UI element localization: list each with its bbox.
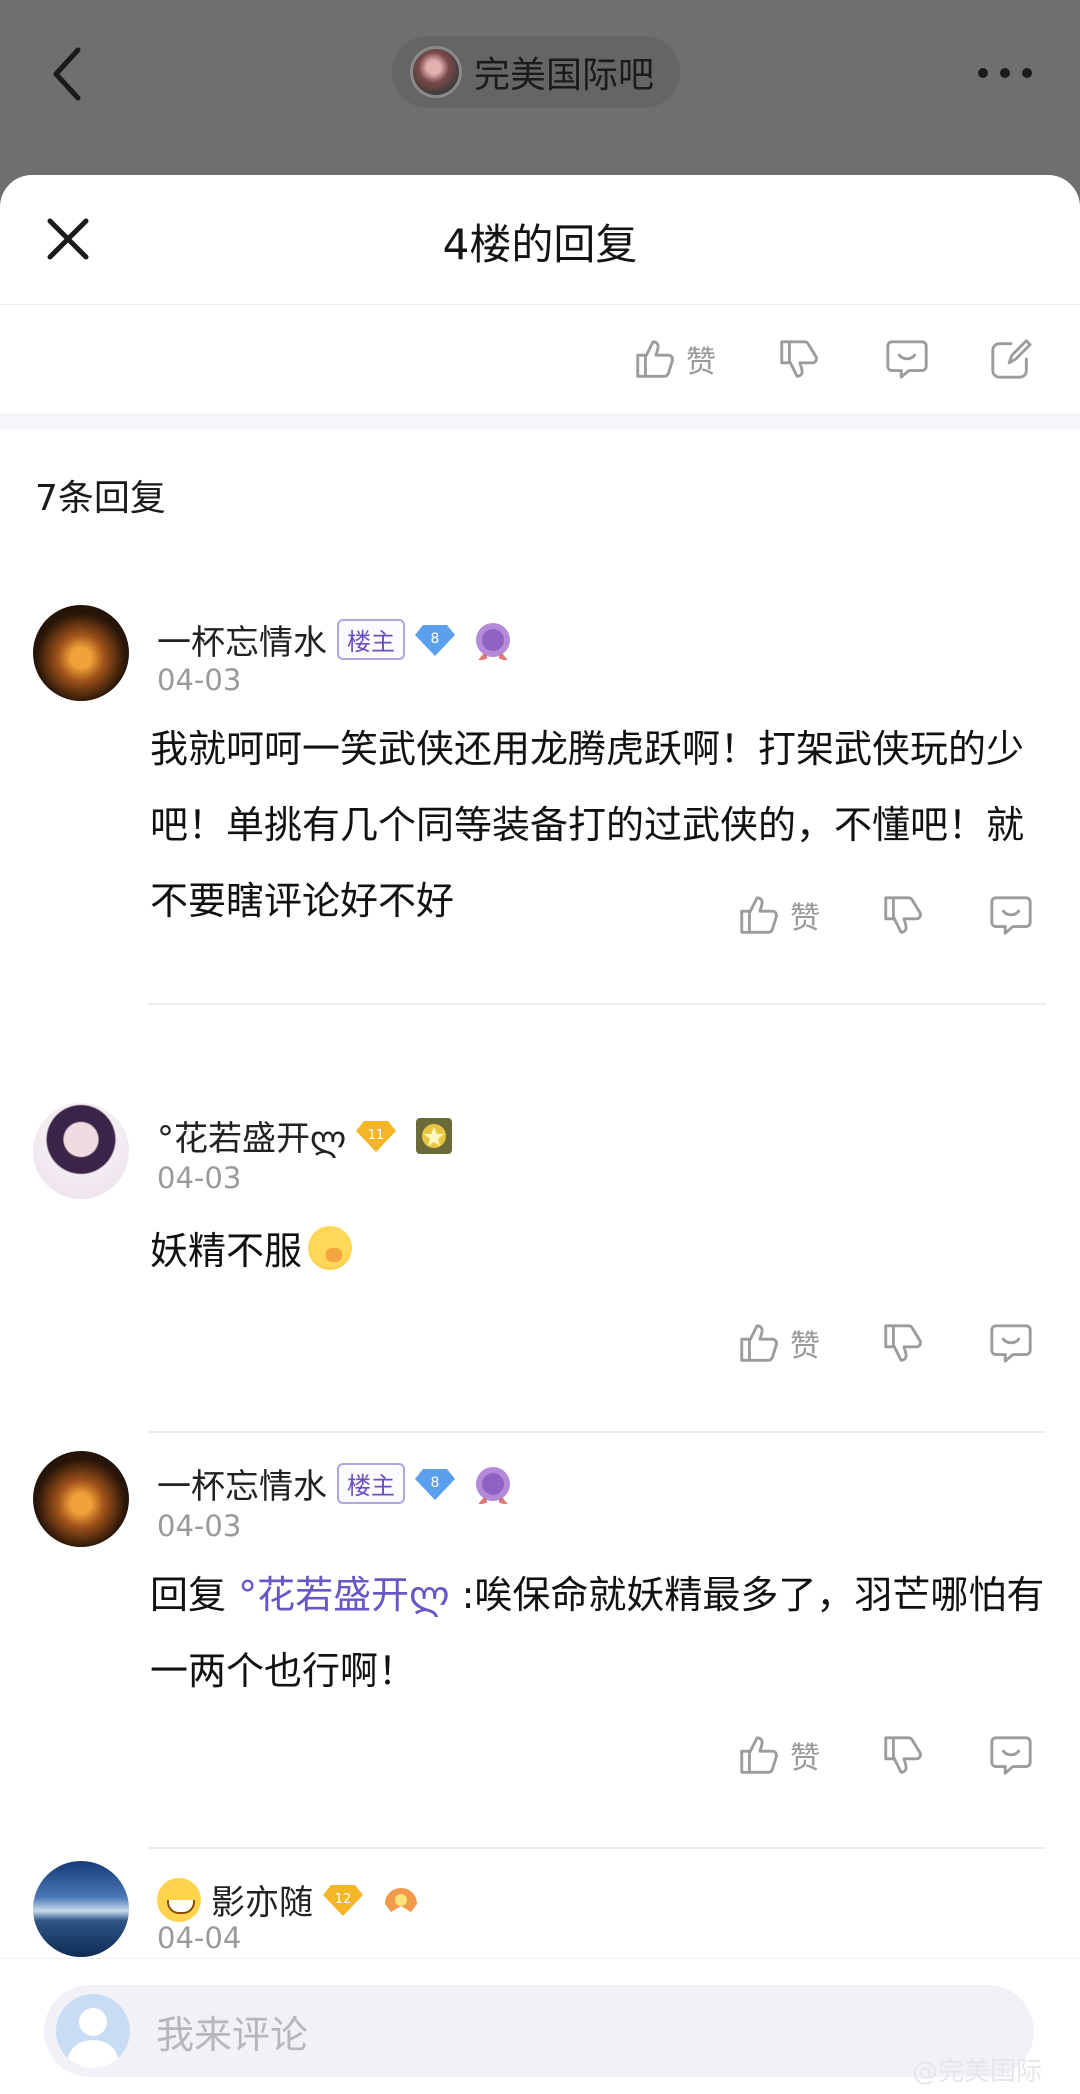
medal-icon xyxy=(476,1466,510,1504)
like-button[interactable]: 赞 xyxy=(736,1319,820,1367)
thumbs-down-icon xyxy=(780,340,818,378)
like-label: 赞 xyxy=(790,901,820,936)
comment-actions: 赞 xyxy=(0,1731,1080,1781)
comment-date: 04-03 xyxy=(157,663,242,697)
thumbs-up-icon xyxy=(636,340,674,378)
post-like-button[interactable]: 赞 xyxy=(632,335,716,383)
level-diamond-icon: 12 xyxy=(323,1884,363,1916)
smile-emoji-icon xyxy=(157,1877,201,1922)
dislike-button[interactable] xyxy=(880,891,926,939)
reply-button[interactable] xyxy=(988,1731,1034,1779)
thumbs-down-icon xyxy=(884,896,922,934)
sheet-title: 4楼的回复 xyxy=(442,220,638,269)
thumbs-up-icon xyxy=(740,896,778,934)
level-diamond-icon: 8 xyxy=(415,1468,455,1500)
comment-text-row: 妖精不服 xyxy=(150,1213,1050,1289)
like-button[interactable]: 赞 xyxy=(736,1731,820,1779)
avatar[interactable] xyxy=(33,1103,129,1199)
level-diamond-icon: 11 xyxy=(356,1120,397,1152)
comment-date: 04-03 xyxy=(157,1509,242,1543)
comment-item: 一杯忘情水 楼主 8 04-03 回复 °花若盛开ლ :唉保命就妖精最多了，羽芒… xyxy=(0,1437,1080,1862)
dislike-button[interactable] xyxy=(880,1319,926,1367)
comment-actions: 赞 xyxy=(0,891,1080,941)
comment-input-bar: 我来评论 @完美国际 xyxy=(0,1958,1080,2094)
forum-name: 完美国际吧 xyxy=(474,55,655,96)
level-number: 8 xyxy=(431,1475,440,1491)
comment-text: 妖精不服 xyxy=(150,1229,303,1273)
level-number: 8 xyxy=(431,631,440,647)
comment-date: 04-04 xyxy=(157,1921,242,1955)
sheet-header: 4楼的回复 xyxy=(0,175,1080,305)
comment-item: 一杯忘情水 楼主 8 04-03 我就呵呵一笑武侠还用龙腾虎跃啊！打架武侠玩的少… xyxy=(0,593,1080,1093)
comment-date: 04-03 xyxy=(157,1161,242,1195)
back-arrow-icon[interactable] xyxy=(48,46,88,102)
medal-icon xyxy=(476,622,510,660)
like-button[interactable]: 赞 xyxy=(736,891,820,939)
thumbs-up-icon xyxy=(740,1324,778,1362)
user-name-row: °花若盛开ლ 11 xyxy=(157,1111,454,1160)
post-dislike-button[interactable] xyxy=(776,335,822,383)
mention-link[interactable]: °花若盛开ლ xyxy=(238,1573,449,1617)
comment-input-placeholder: 我来评论 xyxy=(156,2012,309,2057)
owner-badge: 楼主 xyxy=(337,619,405,660)
comment-text-row: 回复 °花若盛开ლ :唉保命就妖精最多了，羽芒哪怕有一两个也行啊！ xyxy=(150,1557,1050,1709)
forum-avatar xyxy=(410,46,462,98)
post-edit-button[interactable] xyxy=(988,335,1034,383)
username[interactable]: 影亦随 xyxy=(211,1875,313,1924)
comment-divider xyxy=(148,1431,1046,1433)
comment-icon xyxy=(990,896,1032,935)
comment-icon xyxy=(990,1324,1032,1363)
reply-prefix: 回复 xyxy=(150,1573,239,1617)
comment-divider xyxy=(148,1847,1046,1849)
owner-badge: 楼主 xyxy=(337,1463,405,1504)
avatar[interactable] xyxy=(33,605,129,701)
thumbs-down-icon xyxy=(884,1736,922,1774)
post-like-label: 赞 xyxy=(686,345,716,380)
like-label: 赞 xyxy=(790,1741,820,1776)
thumbs-down-icon xyxy=(884,1324,922,1362)
user-name-row: 一杯忘情水 楼主 8 xyxy=(157,615,513,664)
like-label: 赞 xyxy=(790,1329,820,1364)
edit-icon xyxy=(991,339,1032,379)
avatar[interactable] xyxy=(33,1451,129,1547)
page-header: 完美国际吧 xyxy=(0,0,1080,175)
avatar[interactable] xyxy=(33,1861,129,1957)
more-options-icon[interactable] xyxy=(978,68,1032,78)
thumbs-up-icon xyxy=(740,1736,778,1774)
level-diamond-icon: 8 xyxy=(415,624,455,656)
user-name-row: 影亦随 12 xyxy=(157,1875,421,1924)
reply-button[interactable] xyxy=(988,891,1034,939)
reply-button[interactable] xyxy=(988,1319,1034,1367)
forum-title-pill[interactable]: 完美国际吧 xyxy=(392,36,681,108)
section-divider xyxy=(0,413,1080,429)
user-name-row: 一杯忘情水 楼主 8 xyxy=(157,1459,513,1508)
comment-icon xyxy=(990,1736,1032,1775)
medal-icon xyxy=(416,1117,453,1154)
yawn-emoji-icon xyxy=(308,1226,353,1270)
username[interactable]: 一杯忘情水 xyxy=(157,615,327,664)
comment-item: °花若盛开ლ 11 04-03 妖精不服 赞 xyxy=(0,1091,1080,1441)
reply-sheet: 4楼的回复 赞 7条回复 一杯忘情水 楼主 8 04-03 我就呵呵一笑武侠还用… xyxy=(0,175,1080,2094)
comment-icon xyxy=(886,340,928,379)
reply-count: 7条回复 xyxy=(35,478,166,519)
username[interactable]: °花若盛开ლ xyxy=(157,1111,346,1160)
comment-input[interactable]: 我来评论 xyxy=(44,1985,1034,2077)
level-number: 12 xyxy=(335,1892,352,1907)
username[interactable]: 一杯忘情水 xyxy=(157,1459,327,1508)
post-action-bar: 赞 xyxy=(0,305,1080,413)
medal-icon xyxy=(385,1887,417,1912)
comment-divider xyxy=(148,1003,1046,1005)
level-number: 11 xyxy=(368,1128,385,1143)
comment-actions: 赞 xyxy=(0,1319,1080,1369)
watermark: @完美国际 xyxy=(911,2057,1042,2087)
dislike-button[interactable] xyxy=(880,1731,926,1779)
my-avatar xyxy=(56,1994,130,2068)
post-comment-button[interactable] xyxy=(884,335,930,383)
